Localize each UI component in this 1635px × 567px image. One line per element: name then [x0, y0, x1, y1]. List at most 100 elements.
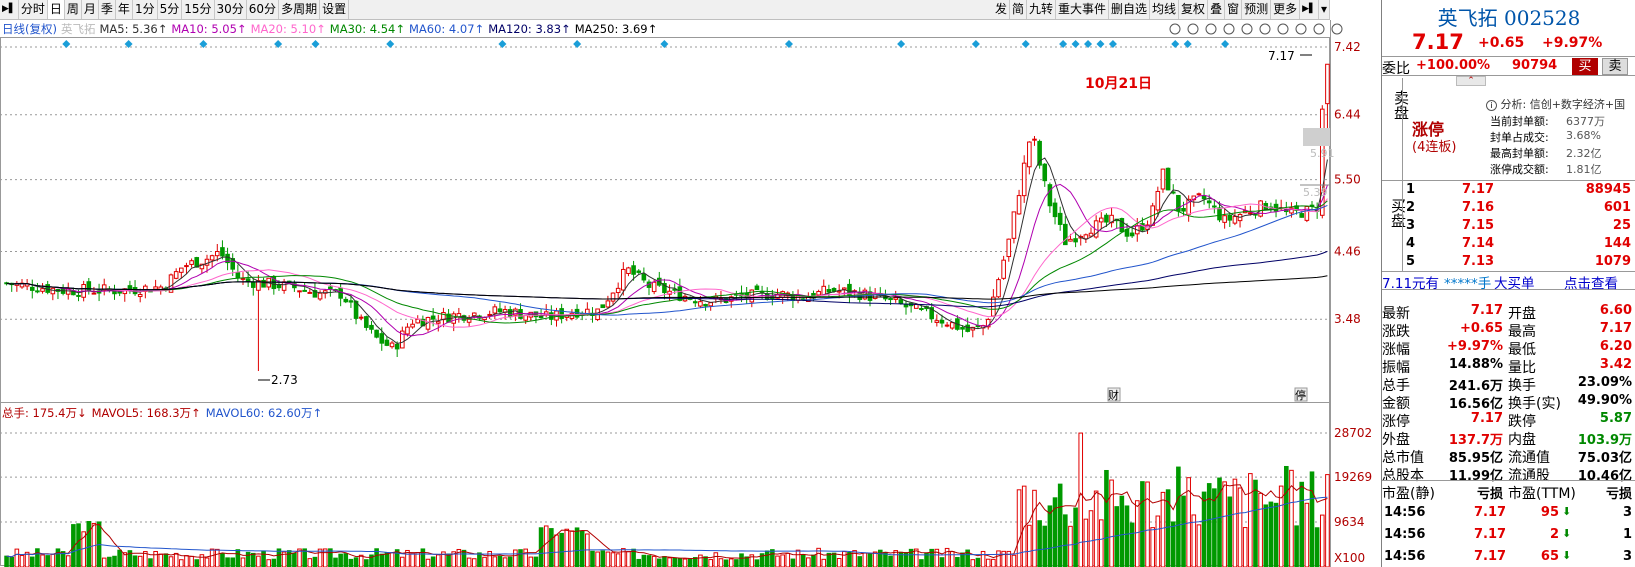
chart-tools[interactable]: [1169, 23, 1343, 35]
buy-button[interactable]: 买: [1572, 58, 1598, 75]
candle-body: [343, 298, 349, 303]
volume-bar: [991, 558, 996, 567]
event-diamond[interactable]: [62, 40, 71, 48]
bid-level: 2: [1406, 200, 1416, 215]
volume-bar: [985, 558, 991, 567]
event-diamond[interactable]: [1171, 40, 1180, 48]
event-diamond[interactable]: [1221, 40, 1230, 48]
redo-icon[interactable]: [1295, 23, 1307, 35]
candle-body: [1073, 238, 1078, 243]
volume-bar: [1206, 483, 1212, 567]
big-order-view-link[interactable]: 点击查看: [1564, 272, 1618, 292]
candle-body: [893, 297, 899, 300]
event-diamond[interactable]: [1071, 40, 1080, 48]
quote-label: 开盘: [1508, 306, 1536, 322]
volume-bar: [307, 558, 313, 567]
volume-bar: [9, 556, 15, 567]
volume-bar: [266, 559, 271, 567]
candle-body: [441, 312, 446, 321]
candle-body: [189, 260, 194, 265]
volume-bar: [1299, 481, 1305, 567]
quote-value: 14.88%: [1448, 357, 1503, 372]
big-order-row[interactable]: 7.11元有 *****手 大买单 点击查看: [1382, 271, 1635, 292]
sell-button[interactable]: 卖: [1602, 58, 1628, 75]
volume-bar: [250, 552, 256, 567]
quote-panel: 英飞拓 002528 7.17 +0.65 +9.97% 委比 +100.00%…: [1381, 0, 1635, 567]
volume-bar: [1104, 469, 1109, 567]
volume-bar: [919, 559, 924, 567]
scissors-icon[interactable]: [1187, 23, 1199, 35]
quote-label: 总股本: [1382, 468, 1424, 484]
quote-label: 总市值: [1382, 450, 1424, 466]
weibi-label: 委比: [1382, 61, 1410, 77]
menu-icon[interactable]: [1331, 23, 1343, 35]
volume-bar: [1294, 525, 1299, 567]
candle-body: [600, 304, 606, 309]
volume-bar: [549, 528, 554, 567]
volume-bar: [1325, 474, 1330, 567]
quote-value: +9.97%: [1447, 339, 1503, 354]
bid-price[interactable]: 7.14: [1462, 236, 1494, 251]
analysis-text[interactable]: 分析: 信创+数字经济+国: [1501, 98, 1626, 111]
plus-icon[interactable]: [1313, 23, 1325, 35]
hand-icon[interactable]: [1259, 23, 1271, 35]
volume-bar: [554, 534, 559, 567]
quote-label: 涨跌: [1382, 324, 1410, 340]
event-diamond[interactable]: [897, 40, 906, 48]
eye-icon[interactable]: [1169, 23, 1181, 35]
volume-bar: [764, 550, 770, 567]
volume-bar: [45, 555, 50, 567]
down-arrow-icon: ⬇: [1562, 549, 1572, 562]
collapse-chevron-icon[interactable]: ⌃: [1456, 76, 1486, 86]
volume-bar: [996, 550, 1001, 567]
candle-body: [1119, 218, 1125, 233]
volume-bar: [523, 548, 528, 567]
copy-icon[interactable]: [1241, 23, 1253, 35]
volume-bar: [1314, 527, 1320, 567]
event-diamond[interactable]: [386, 40, 395, 48]
event-diamond[interactable]: [573, 40, 582, 48]
bid-price[interactable]: 7.17: [1462, 182, 1494, 197]
event-diamond[interactable]: [1096, 40, 1105, 48]
link-icon[interactable]: [1205, 23, 1217, 35]
volume-bar: [107, 556, 112, 567]
kline-chart[interactable]: 7.42 6.44 5.50 4.46 3.48 28702 19269 9634 X100 10…: [0, 0, 1381, 567]
bid-volume: 144: [1603, 236, 1631, 251]
bid-price[interactable]: 7.15: [1462, 218, 1494, 233]
event-diamond[interactable]: [311, 40, 320, 48]
volume-bar: [1227, 496, 1233, 567]
candle-body: [35, 290, 40, 293]
volume-bar: [112, 555, 117, 567]
weibi-num: 90794: [1512, 58, 1558, 73]
volume-bar: [328, 548, 333, 567]
candle-body: [1063, 223, 1068, 246]
info-icon: i: [1486, 99, 1497, 111]
volume-bar: [713, 552, 719, 567]
bid-price[interactable]: 7.16: [1462, 200, 1494, 215]
last-price-label: 7.17: [1268, 49, 1295, 63]
volume-bar: [1057, 483, 1063, 567]
candle-body: [965, 324, 970, 332]
candle-body: [842, 287, 847, 290]
volume-bar: [184, 555, 189, 567]
candle-body: [831, 287, 837, 292]
candle-body: [610, 292, 616, 302]
volume-bar: [559, 532, 564, 567]
candle-body: [471, 312, 477, 317]
volume-bar: [168, 556, 174, 567]
candle-body: [913, 304, 919, 309]
bid-price[interactable]: 7.13: [1462, 254, 1494, 269]
undo-icon[interactable]: [1277, 23, 1289, 35]
quote-value: 85.95亿: [1448, 451, 1503, 466]
candle-body: [1181, 207, 1186, 212]
volume-bar: [842, 551, 847, 567]
lock-icon[interactable]: [1223, 23, 1235, 35]
event-diamond[interactable]: [971, 40, 980, 48]
volume-bar: [1016, 489, 1022, 567]
quote-label: 换手: [1508, 378, 1536, 394]
volume-bar: [836, 558, 842, 567]
candle-body: [559, 308, 564, 319]
price-tick: 5.50: [1334, 173, 1361, 187]
event-diamond[interactable]: [1021, 40, 1030, 48]
quote-value: 75.03亿: [1577, 451, 1632, 466]
